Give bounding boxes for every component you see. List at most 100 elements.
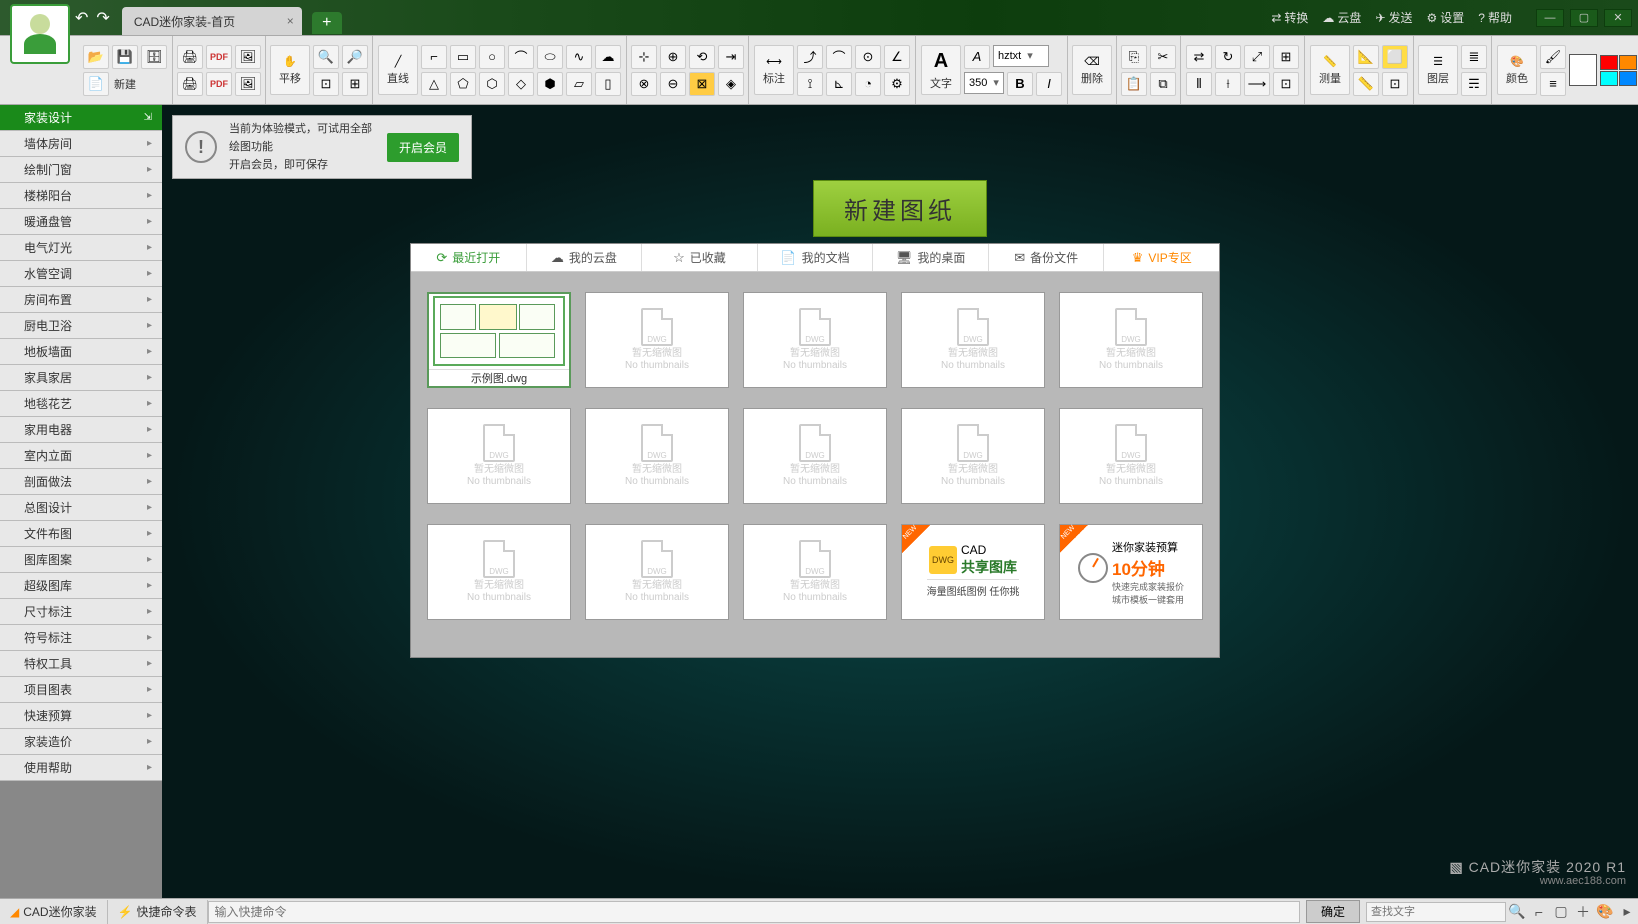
shape4-icon[interactable]: ◇ bbox=[508, 72, 534, 96]
expand-icon[interactable]: ▸ bbox=[1616, 903, 1638, 920]
sidebar-item-section[interactable]: 剖面做法 bbox=[0, 469, 162, 495]
dim1-icon[interactable]: ⤴ bbox=[797, 45, 823, 69]
command-input[interactable] bbox=[208, 901, 1300, 923]
text-button[interactable]: A 文字 bbox=[921, 45, 961, 95]
open-icon[interactable]: 📂 bbox=[83, 45, 109, 69]
sidebar-item-master-plan[interactable]: 总图设计 bbox=[0, 495, 162, 521]
minimize-button[interactable]: — bbox=[1536, 9, 1564, 27]
meas1-icon[interactable]: 📐 bbox=[1353, 45, 1379, 69]
pdf2-icon[interactable]: PDF bbox=[206, 72, 232, 96]
file-tab-desktop[interactable]: 🖥我的桌面 bbox=[873, 244, 989, 271]
delete-button[interactable]: ⌫ 删除 bbox=[1072, 45, 1112, 95]
rect-icon[interactable]: ▭ bbox=[450, 45, 476, 69]
font-style-icon[interactable]: A bbox=[964, 45, 990, 69]
meas3-icon[interactable]: 📏 bbox=[1353, 72, 1379, 96]
measure-button[interactable]: 📏 测量 bbox=[1310, 45, 1350, 95]
search-icon[interactable]: 🔍 bbox=[1506, 903, 1528, 920]
layer-list-icon[interactable]: ☴ bbox=[1461, 72, 1487, 96]
file-card-empty[interactable]: DWG暂无缩微图No thumbnails bbox=[427, 524, 571, 620]
sidebar-item-file-layout[interactable]: 文件布图 bbox=[0, 521, 162, 547]
dim7-icon[interactable]: ◔ bbox=[855, 72, 881, 96]
line-button[interactable]: ╱ 直线 bbox=[378, 45, 418, 95]
maximize-button[interactable]: ▢ bbox=[1570, 9, 1598, 27]
sidebar-item-doors-windows[interactable]: 绘制门窗 bbox=[0, 157, 162, 183]
dim4-icon[interactable]: ∠ bbox=[884, 45, 910, 69]
ellipse-icon[interactable]: ⬭ bbox=[537, 45, 563, 69]
font-dropdown[interactable]: hztxt bbox=[993, 45, 1049, 67]
sidebar-item-project-charts[interactable]: 项目图表 bbox=[0, 677, 162, 703]
sidebar-item-home-design[interactable]: 家装设计 bbox=[0, 105, 162, 131]
array-icon[interactable]: ⊞ bbox=[1273, 45, 1299, 69]
sidebar-item-carpet[interactable]: 地毯花艺 bbox=[0, 391, 162, 417]
close-button[interactable]: ✕ bbox=[1604, 9, 1632, 27]
sidebar-item-privilege-tools[interactable]: 特权工具 bbox=[0, 651, 162, 677]
file-card-empty[interactable]: DWG暂无缩微图No thumbnails bbox=[585, 408, 729, 504]
mod7-icon[interactable]: ⊠ bbox=[689, 72, 715, 96]
mod6-icon[interactable]: ⊖ bbox=[660, 72, 686, 96]
cloud-button[interactable]: ☁云盘 bbox=[1322, 9, 1361, 26]
sb-shortcut-button[interactable]: ⚡快捷命令表 bbox=[108, 900, 208, 924]
dim3-icon[interactable]: ⊙ bbox=[855, 45, 881, 69]
sidebar-item-dim-annotate[interactable]: 尺寸标注 bbox=[0, 599, 162, 625]
help-button[interactable]: ?帮助 bbox=[1478, 9, 1512, 26]
confirm-button[interactable]: 确定 bbox=[1306, 900, 1360, 923]
sidebar-item-electrical[interactable]: 电气灯光 bbox=[0, 235, 162, 261]
sidebar-item-super-library[interactable]: 超级图库 bbox=[0, 573, 162, 599]
activate-vip-button[interactable]: 开启会员 bbox=[387, 133, 459, 162]
mod5-icon[interactable]: ⊗ bbox=[631, 72, 657, 96]
layer-button[interactable]: ☰ 图层 bbox=[1418, 45, 1458, 95]
polyline-icon[interactable]: ⌐ bbox=[421, 45, 447, 69]
file-tab-vip[interactable]: ♛VIP专区 bbox=[1104, 244, 1219, 271]
file-tab-recent[interactable]: ⟳最近打开 bbox=[411, 244, 527, 271]
spline-icon[interactable]: ∿ bbox=[566, 45, 592, 69]
italic-icon[interactable]: I bbox=[1036, 72, 1062, 96]
file-tab-favorite[interactable]: ☆已收藏 bbox=[642, 244, 758, 271]
pdf-icon[interactable]: PDF bbox=[206, 45, 232, 69]
sidebar-item-hvac[interactable]: 暖通盘管 bbox=[0, 209, 162, 235]
dim5-icon[interactable]: ⟟ bbox=[797, 72, 823, 96]
sidebar-item-symbol-annotate[interactable]: 符号标注 bbox=[0, 625, 162, 651]
promo-card-library[interactable]: NEW DWGCAD共享图库 海量图纸图例 任你挑 bbox=[901, 524, 1045, 620]
file-tab-cloud[interactable]: ☁我的云盘 bbox=[527, 244, 643, 271]
color-button[interactable]: 🎨 颜色 bbox=[1497, 45, 1537, 95]
extend-icon[interactable]: ⟶ bbox=[1244, 72, 1270, 96]
mirror-icon[interactable]: ⇄ bbox=[1186, 45, 1212, 69]
tab-add-button[interactable]: + bbox=[312, 12, 342, 34]
file-tab-backup[interactable]: ✉备份文件 bbox=[989, 244, 1105, 271]
ortho-icon[interactable]: ⌐ bbox=[1528, 904, 1550, 920]
dim2-icon[interactable]: ⌒ bbox=[826, 45, 852, 69]
colorwheel-icon[interactable]: 🎨 bbox=[1594, 903, 1616, 920]
sidebar-item-interior-elev[interactable]: 室内立面 bbox=[0, 443, 162, 469]
snap-icon[interactable]: ▢ bbox=[1550, 903, 1572, 920]
zoom-out-icon[interactable]: 🔎 bbox=[342, 45, 368, 69]
dim-settings-icon[interactable]: ⚙ bbox=[884, 72, 910, 96]
file-card-empty[interactable]: DWG暂无缩微图No thumbnails bbox=[1059, 408, 1203, 504]
mod3-icon[interactable]: ⟲ bbox=[689, 45, 715, 69]
scale-icon[interactable]: ⤢ bbox=[1244, 45, 1270, 69]
file-card-empty[interactable]: DWG暂无缩微图No thumbnails bbox=[901, 292, 1045, 388]
cut-icon[interactable]: ✂ bbox=[1150, 45, 1176, 69]
sidebar-item-quick-budget[interactable]: 快速预算 bbox=[0, 703, 162, 729]
color-palette[interactable] bbox=[1600, 55, 1638, 86]
file-tab-docs[interactable]: 📄我的文档 bbox=[758, 244, 874, 271]
file-card-empty[interactable]: DWG暂无缩微图No thumbnails bbox=[585, 292, 729, 388]
mod8-icon[interactable]: ◈ bbox=[718, 72, 744, 96]
sidebar-item-furniture[interactable]: 家具家居 bbox=[0, 365, 162, 391]
export-icon[interactable]: 🖼 bbox=[235, 45, 261, 69]
promo-card-budget[interactable]: NEW 迷你家装预算10分钟 快速完成家装报价城市模板一键套用 bbox=[1059, 524, 1203, 620]
mod2-icon[interactable]: ⊕ bbox=[660, 45, 686, 69]
file-card-sample[interactable]: 示例图.dwg bbox=[427, 292, 571, 388]
print-icon[interactable]: 🖨 bbox=[177, 45, 203, 69]
zoom-window-icon[interactable]: ⊡ bbox=[313, 72, 339, 96]
offset-icon[interactable]: ⫴ bbox=[1186, 72, 1212, 96]
brush-icon[interactable]: 🖌 bbox=[1540, 45, 1566, 69]
tab-home[interactable]: CAD迷你家装-首页 × bbox=[122, 7, 302, 35]
circle-icon[interactable]: ○ bbox=[479, 45, 505, 69]
zoom-in-icon[interactable]: 🔍 bbox=[313, 45, 339, 69]
fontsize-dropdown[interactable]: 350 bbox=[964, 72, 1004, 94]
copy-icon[interactable]: ⎘ bbox=[1121, 45, 1147, 69]
trim-icon[interactable]: ⟊ bbox=[1215, 72, 1241, 96]
file-card-empty[interactable]: DWG暂无缩微图No thumbnails bbox=[1059, 292, 1203, 388]
new-doc-icon[interactable]: 📄 bbox=[83, 72, 109, 96]
sidebar-item-stairs[interactable]: 楼梯阳台 bbox=[0, 183, 162, 209]
